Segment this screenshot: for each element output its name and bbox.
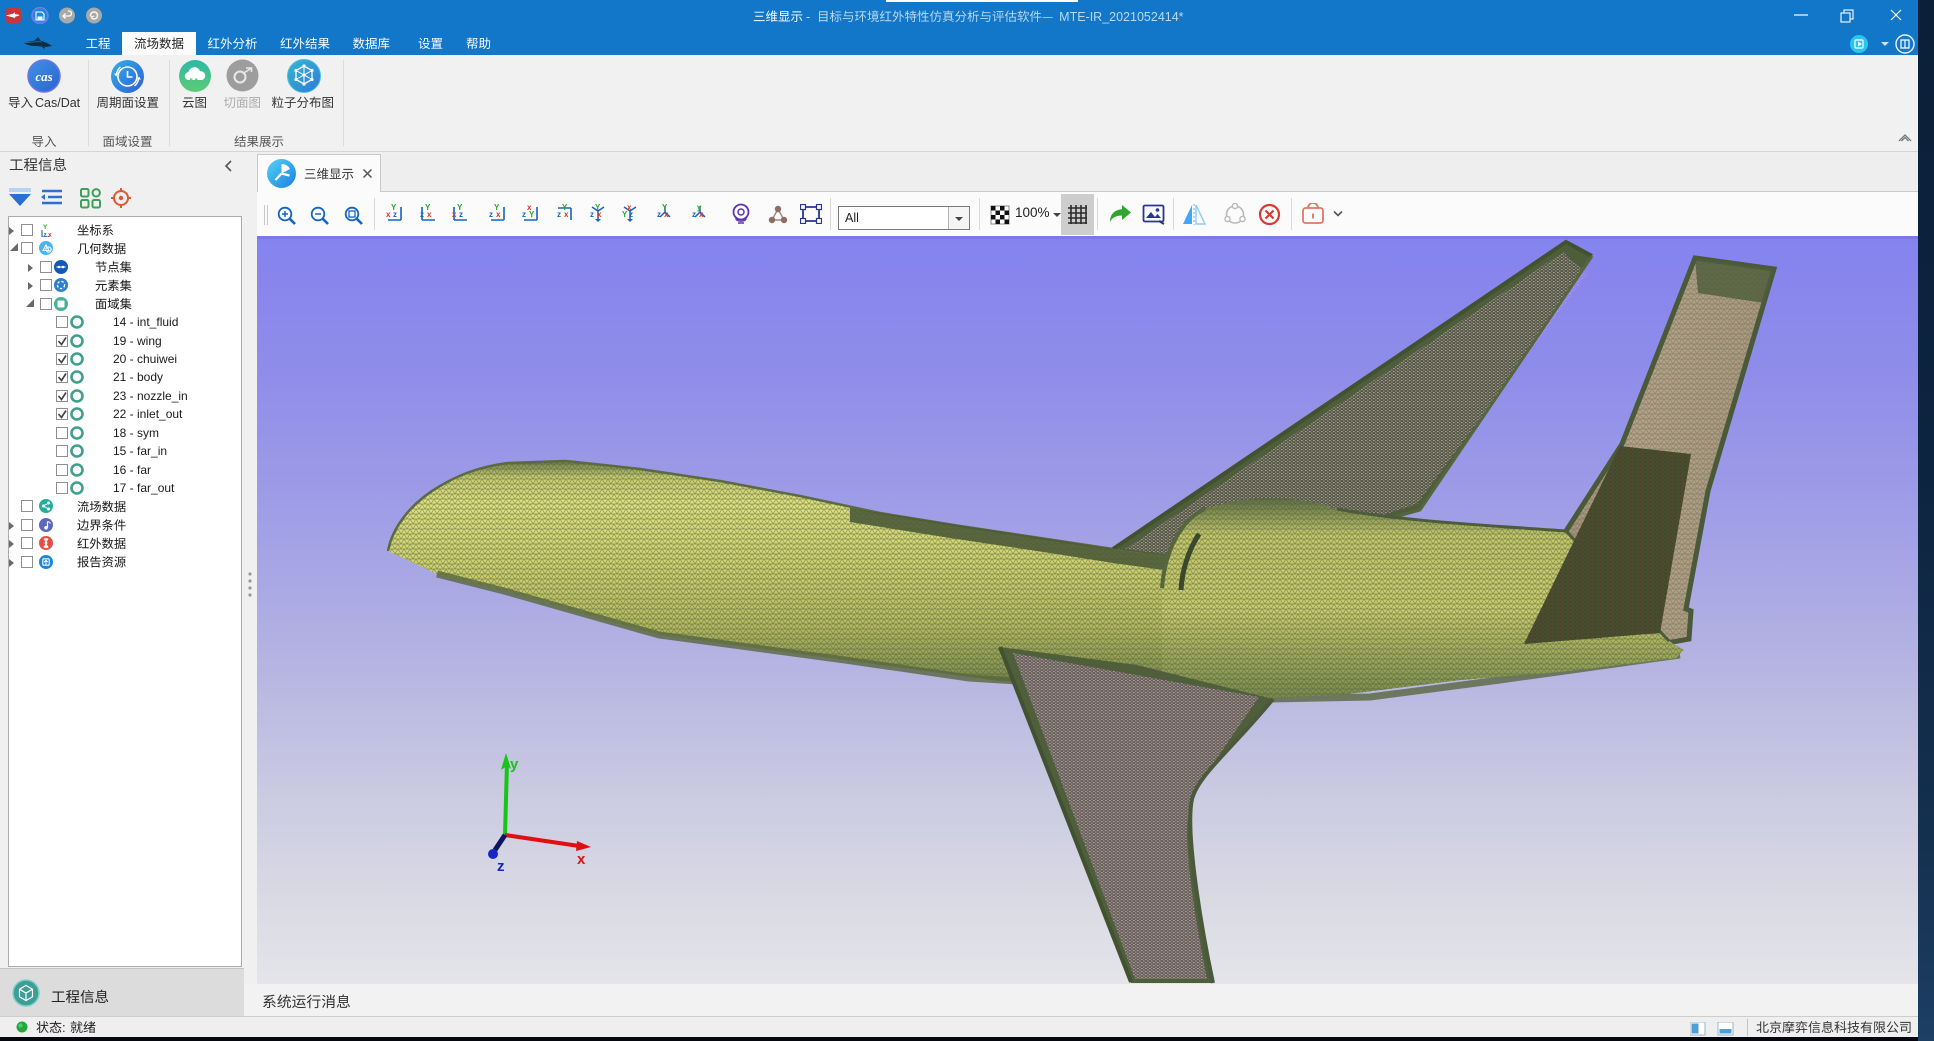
svg-text:Y: Y (662, 203, 668, 212)
svg-text:Y: Y (391, 203, 397, 212)
svg-text:z: z (657, 210, 661, 219)
svg-text:z: z (590, 210, 594, 219)
svg-text:x: x (627, 203, 632, 212)
svg-text:x: x (527, 203, 532, 212)
svg-text:z: z (420, 210, 424, 219)
svg-text:cas: cas (35, 69, 52, 84)
svg-text:Y: Y (595, 203, 601, 212)
svg-text:z: z (497, 858, 505, 875)
svg-text:z: z (557, 210, 561, 219)
svg-text:Y: Y (43, 224, 48, 231)
svg-text:Y: Y (425, 203, 431, 212)
svg-text:y: y (510, 756, 519, 773)
svg-text:z: z (489, 210, 493, 219)
svg-text:Y: Y (562, 203, 568, 212)
svg-text:Y: Y (494, 203, 500, 212)
svg-text:y: y (697, 203, 702, 212)
svg-text:x: x (577, 851, 586, 868)
svg-text:z: z (692, 210, 696, 219)
svg-text:Y: Y (457, 203, 463, 212)
svg-text:x: x (48, 232, 52, 238)
svg-text:z: z (522, 210, 526, 219)
svg-text:z: z (44, 232, 48, 238)
